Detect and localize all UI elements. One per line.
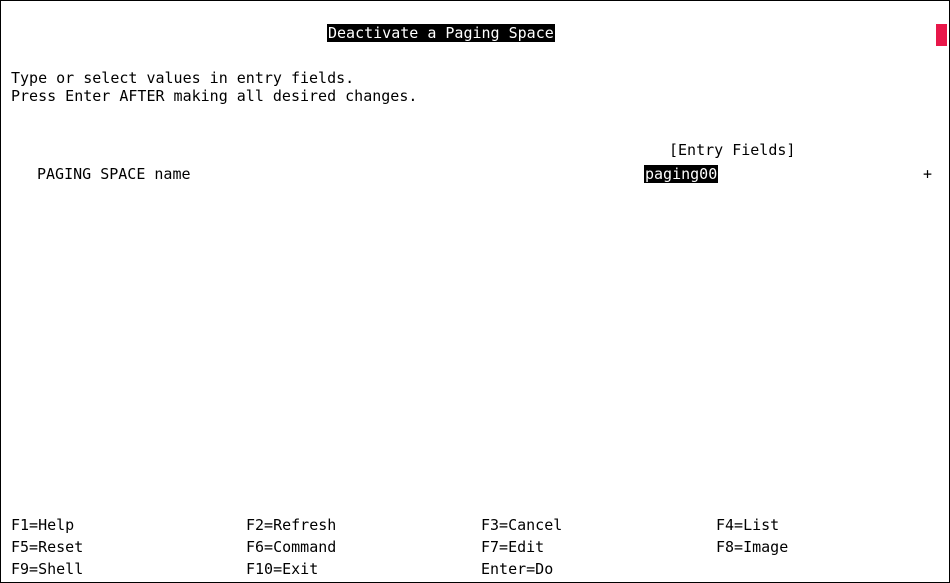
f7-edit-key[interactable]: F7=Edit [481,538,544,556]
f8-image-key[interactable]: F8=Image [716,538,788,556]
entry-fields-header: [Entry Fields] [669,141,796,159]
screen-title: Deactivate a Paging Space [327,24,555,42]
f10-exit-key[interactable]: F10=Exit [246,560,318,578]
smit-terminal-window: Deactivate a Paging Space Type or select… [0,0,950,583]
terminal-cursor [936,24,947,46]
f2-refresh-key[interactable]: F2=Refresh [246,516,336,534]
paging-space-name-label: PAGING SPACE name [37,165,191,183]
f1-help-key[interactable]: F1=Help [11,516,74,534]
f9-shell-key[interactable]: F9=Shell [11,560,83,578]
f6-command-key[interactable]: F6=Command [246,538,336,556]
instruction-line-1: Type or select values in entry fields. [11,69,355,87]
paging-space-name-field[interactable]: paging00 [644,165,719,183]
list-indicator-plus[interactable]: + [923,165,932,183]
f4-list-key[interactable]: F4=List [716,516,779,534]
instruction-line-2: Press Enter AFTER making all desired cha… [11,87,418,105]
f3-cancel-key[interactable]: F3=Cancel [481,516,562,534]
enter-do-key[interactable]: Enter=Do [481,560,553,578]
f5-reset-key[interactable]: F5=Reset [11,538,83,556]
